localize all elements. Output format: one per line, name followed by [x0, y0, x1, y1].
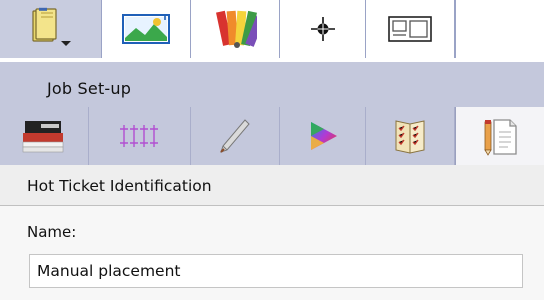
pen-icon	[215, 116, 255, 156]
open-book-icon	[27, 7, 75, 51]
tool-media[interactable]	[0, 107, 89, 165]
top-tab-strip	[0, 0, 544, 62]
color-swatches-icon	[213, 7, 257, 51]
name-input[interactable]	[29, 254, 523, 288]
grid-marks-icon	[118, 121, 162, 151]
tool-layout-grid[interactable]	[89, 107, 191, 165]
tool-row	[0, 107, 544, 165]
section-title: Hot Ticket Identification	[27, 177, 212, 195]
name-label: Name:	[27, 223, 77, 241]
image-icon	[121, 12, 171, 46]
tool-hot-ticket[interactable]	[455, 107, 544, 165]
tab-strip-end-divider	[455, 0, 456, 58]
tool-checklist[interactable]	[366, 107, 455, 165]
crosshair-icon	[310, 17, 335, 41]
checklist-book-icon	[390, 115, 430, 157]
group-title: Job Set-up	[47, 79, 132, 98]
tab-image[interactable]	[102, 0, 191, 58]
tab-registration[interactable]	[280, 0, 366, 58]
tab-job-setup[interactable]	[0, 0, 102, 58]
app-root: Job Set-up Hot Ticket Identification Nam…	[0, 0, 544, 300]
tab-id-card[interactable]	[366, 0, 455, 58]
tab-color[interactable]	[191, 0, 280, 58]
tool-pen[interactable]	[191, 107, 280, 165]
tool-color-gamut[interactable]	[280, 107, 366, 165]
id-card-icon	[387, 14, 433, 44]
document-pencil-icon	[478, 114, 522, 158]
media-stack-icon	[19, 115, 69, 157]
color-triangle-icon	[305, 119, 341, 153]
